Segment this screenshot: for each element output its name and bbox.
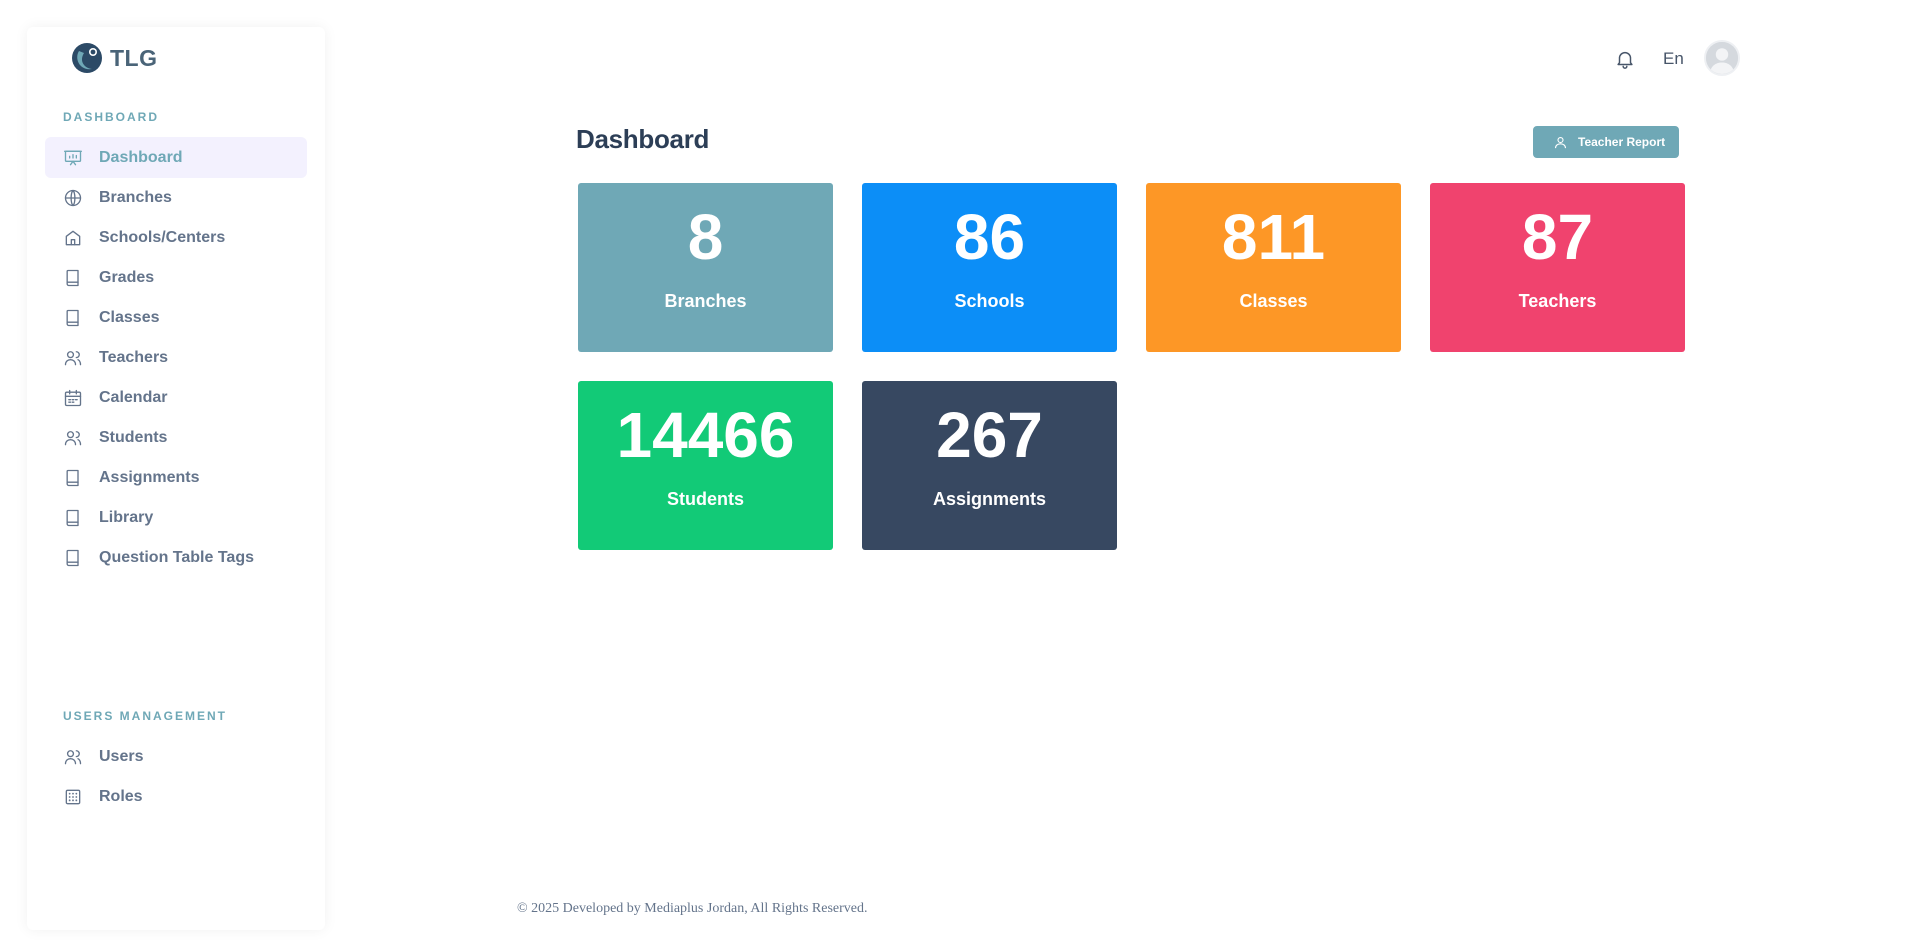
stat-card-branches[interactable]: 8 Branches xyxy=(578,183,833,352)
footer-copyright: © 2025 Developed by Mediaplus Jordan, Al… xyxy=(517,901,868,916)
sidebar-item-classes[interactable]: Classes xyxy=(45,297,307,338)
stat-label: Assignments xyxy=(932,489,1047,509)
users-icon xyxy=(63,747,83,767)
user-icon xyxy=(1554,136,1567,148)
stat-value: 8 xyxy=(687,201,724,273)
stat-card-teachers[interactable]: 87 Teachers xyxy=(1430,183,1685,352)
sidebar-item-question-table-tags[interactable]: Question Table Tags xyxy=(45,537,307,578)
sidebar-item-students[interactable]: Students xyxy=(45,417,307,458)
sidebar-item-grades[interactable]: Grades xyxy=(45,257,307,298)
sidebar-item-label: Assignments xyxy=(99,468,200,486)
stat-card-schools[interactable]: 86 Schools xyxy=(862,183,1117,352)
sidebar-item-library[interactable]: Library xyxy=(45,497,307,538)
page-title: Dashboard xyxy=(576,124,710,154)
sidebar-item-dashboard[interactable]: Dashboard xyxy=(45,137,307,178)
calendar-icon xyxy=(63,388,83,408)
book-icon xyxy=(63,268,83,288)
bell-icon[interactable] xyxy=(1614,48,1636,70)
sidebar-item-users[interactable]: Users xyxy=(45,736,307,777)
stat-label: Schools xyxy=(954,291,1025,311)
language-switcher[interactable]: En xyxy=(1663,49,1684,69)
stat-label: Teachers xyxy=(1518,291,1597,311)
teacher-report-label: Teacher Report xyxy=(1578,135,1666,149)
grid-icon xyxy=(63,787,83,807)
sidebar-item-teachers[interactable]: Teachers xyxy=(45,337,307,378)
sidebar-item-label: Classes xyxy=(99,308,160,326)
logo-icon xyxy=(70,41,104,75)
stat-card-classes[interactable]: 811 Classes xyxy=(1146,183,1401,352)
sidebar-item-label: Schools/Centers xyxy=(99,228,226,246)
stat-card-students[interactable]: 14466 Students xyxy=(578,381,833,550)
sidebar-item-roles[interactable]: Roles xyxy=(45,776,307,817)
teacher-report-button[interactable]: Teacher Report xyxy=(1533,126,1679,158)
sidebar-item-schools-centers[interactable]: Schools/Centers xyxy=(45,217,307,258)
stat-value: 14466 xyxy=(616,399,795,471)
sidebar-item-label: Dashboard xyxy=(99,148,183,166)
book-icon xyxy=(63,548,83,568)
sidebar: TLG DASHBOARD Dashboard Branches Schools… xyxy=(27,27,325,930)
sidebar-item-calendar[interactable]: Calendar xyxy=(45,377,307,418)
sidebar-item-label: Branches xyxy=(99,188,172,206)
sidebar-item-label: Roles xyxy=(99,787,143,805)
sidebar-item-branches[interactable]: Branches xyxy=(45,177,307,218)
sidebar-item-label: Calendar xyxy=(99,388,168,406)
app-logo[interactable]: TLG xyxy=(70,41,158,75)
stat-value: 267 xyxy=(936,399,1043,471)
book-icon xyxy=(63,508,83,528)
stat-card-assignments[interactable]: 267 Assignments xyxy=(862,381,1117,550)
stat-value: 86 xyxy=(953,201,1026,273)
users-icon xyxy=(63,428,83,448)
user-avatar-icon xyxy=(1706,42,1738,74)
section-users-management-title: USERS MANAGEMENT xyxy=(63,709,228,723)
stat-label: Classes xyxy=(1239,291,1308,311)
stat-label: Branches xyxy=(664,291,747,311)
sidebar-item-label: Users xyxy=(99,747,144,765)
home-icon xyxy=(63,228,83,248)
users-icon xyxy=(63,348,83,368)
stat-label: Students xyxy=(666,489,744,509)
sidebar-item-label: Teachers xyxy=(99,348,169,366)
sidebar-item-label: Students xyxy=(99,428,168,446)
sidebar-item-assignments[interactable]: Assignments xyxy=(45,457,307,498)
book-icon xyxy=(63,308,83,328)
sidebar-item-label: Grades xyxy=(99,268,155,286)
globe-icon xyxy=(63,188,83,208)
stat-value: 87 xyxy=(1521,201,1594,273)
stat-value: 811 xyxy=(1221,201,1326,273)
section-dashboard-title: DASHBOARD xyxy=(63,110,159,124)
book-icon xyxy=(63,468,83,488)
logo-text: TLG xyxy=(110,44,158,71)
sidebar-item-label: Question Table Tags xyxy=(99,548,254,566)
user-avatar[interactable] xyxy=(1704,40,1740,76)
sidebar-item-label: Library xyxy=(99,508,154,526)
presentation-chart-icon xyxy=(63,148,83,168)
